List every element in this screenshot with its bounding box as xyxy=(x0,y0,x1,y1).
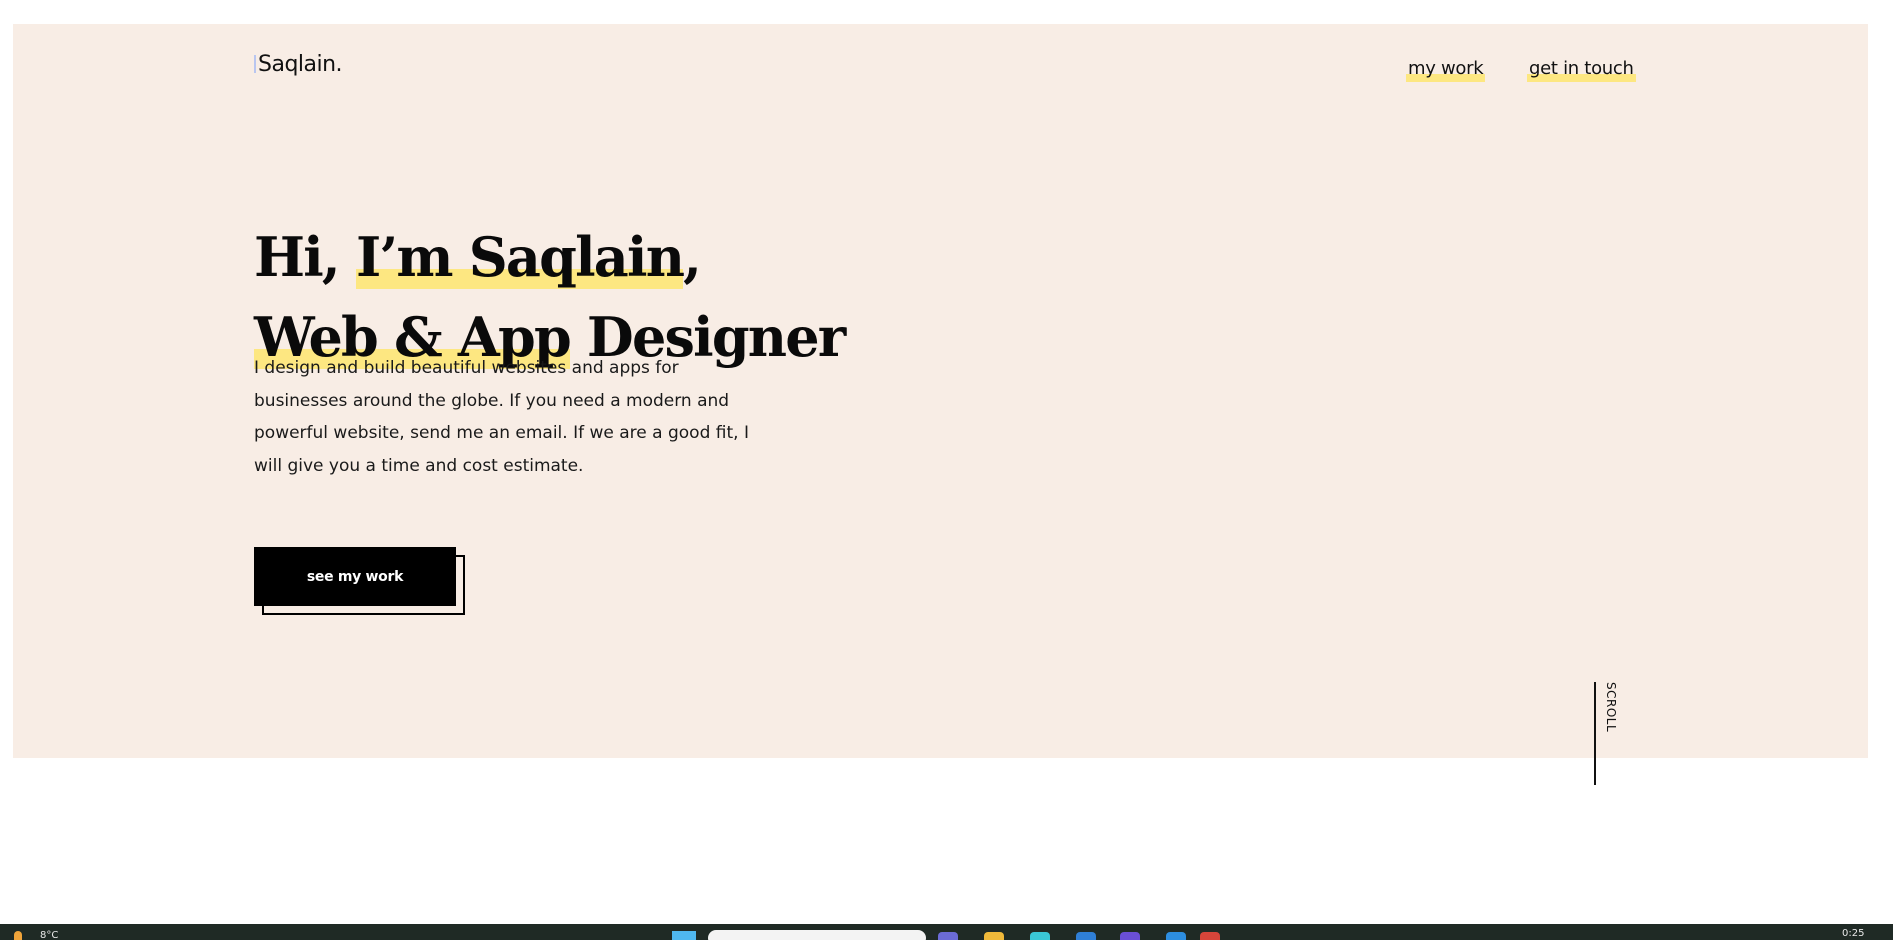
hero-intro-paragraph: I design and build beautiful websites an… xyxy=(254,358,749,476)
hero-headline-line-1: Hi, I’m Saqlain, xyxy=(254,222,702,292)
taskbar-search-box[interactable] xyxy=(708,930,926,940)
browser-icon[interactable] xyxy=(1200,932,1220,940)
nav-link-my-work[interactable]: my work xyxy=(1406,56,1486,82)
app-icon[interactable] xyxy=(1030,932,1050,940)
taskbar-clock[interactable]: 0:25 xyxy=(1842,928,1864,939)
store-icon[interactable] xyxy=(1076,932,1096,940)
browser-viewport: Saqlain. my work get in touch Hi, I’m Sa… xyxy=(0,0,1893,940)
headline-comma: , xyxy=(683,225,702,290)
nav-link-get-in-touch[interactable]: get in touch xyxy=(1527,56,1636,82)
headline-greeting: Hi, xyxy=(254,225,356,290)
weather-icon[interactable] xyxy=(14,931,22,940)
scroll-indicator-line xyxy=(1594,682,1596,785)
site-logo[interactable]: Saqlain. xyxy=(254,52,343,77)
see-my-work-button[interactable]: see my work xyxy=(254,547,456,606)
folder-icon[interactable] xyxy=(984,932,1004,940)
start-menu-icon[interactable] xyxy=(672,931,696,940)
scroll-indicator-label[interactable]: SCROLL xyxy=(1604,682,1618,732)
os-taskbar: 8°C 0:25 xyxy=(0,924,1893,940)
vscode-icon[interactable] xyxy=(1166,932,1186,940)
mail-icon[interactable] xyxy=(1120,932,1140,940)
logo-text: Saqlain. xyxy=(258,52,343,77)
headline-name-highlight: I’m Saqlain xyxy=(355,225,685,290)
logo-accent-bar xyxy=(254,55,256,73)
chat-icon[interactable] xyxy=(938,932,958,940)
weather-temperature[interactable]: 8°C xyxy=(40,930,58,940)
